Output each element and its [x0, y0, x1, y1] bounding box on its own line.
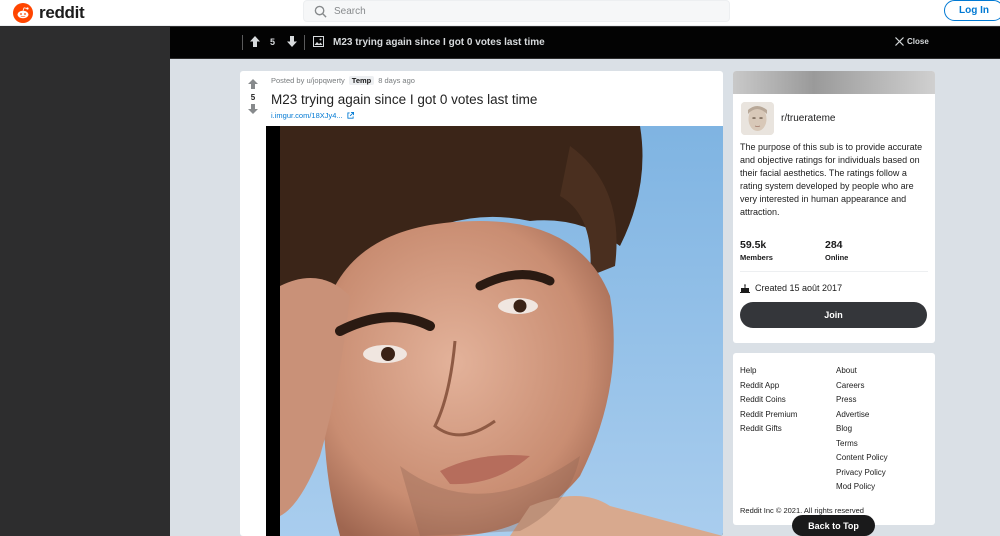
post-card: 5 Posted by u/jopqwerty Temp 8 days ago … [240, 71, 723, 536]
back-to-top-button[interactable]: Back to Top [792, 515, 875, 536]
reddit-snoo-icon [13, 2, 33, 23]
subreddit-description: The purpose of this sub is to provide ac… [740, 142, 923, 217]
footer-link[interactable]: Blog [836, 422, 888, 437]
footer-link[interactable]: Reddit Premium [740, 408, 797, 423]
footer-link[interactable]: Reddit App [740, 379, 797, 394]
online-count: 284 [825, 239, 843, 251]
close-label: Close [907, 37, 929, 46]
footer-link[interactable]: Help [740, 364, 797, 379]
posted-by[interactable]: Posted by u/jopqwerty [271, 76, 345, 85]
upvote-icon[interactable] [250, 36, 260, 47]
footer-link[interactable]: About [836, 364, 888, 379]
footer-links-card: Help Reddit App Reddit Coins Reddit Prem… [733, 353, 935, 525]
join-button[interactable]: Join [740, 302, 927, 328]
post-flair: Temp [348, 76, 375, 85]
post-image[interactable] [266, 126, 723, 536]
search-icon [314, 5, 327, 18]
subreddit-avatar[interactable] [741, 102, 774, 135]
footer-links-col2: About Careers Press Advertise Blog Terms… [836, 364, 888, 495]
divider [242, 35, 243, 50]
postbar-score: 5 [270, 37, 276, 47]
online-label: Online [825, 253, 849, 262]
members-label: Members [740, 253, 773, 262]
footer-link[interactable]: Terms [836, 437, 888, 452]
reddit-logo[interactable]: reddit [13, 0, 85, 25]
online-stat: 284 Online [825, 239, 848, 262]
copyright: Reddit Inc © 2021. All rights reserved [740, 506, 864, 515]
post-score: 5 [250, 93, 256, 102]
created-date: Created 15 août 2017 [740, 283, 842, 293]
footer-link[interactable]: Reddit Gifts [740, 422, 797, 437]
logo-text: reddit [39, 2, 85, 22]
members-count: 59.5k [740, 239, 767, 251]
subreddit-banner [733, 71, 935, 94]
created-text: Created 15 août 2017 [755, 283, 843, 293]
divider [304, 35, 305, 50]
post-meta: Posted by u/jopqwerty Temp 8 days ago [271, 76, 415, 85]
footer-link[interactable]: Advertise [836, 408, 888, 423]
downvote-icon[interactable] [248, 104, 258, 114]
subreddit-card: r/truerateme The purpose of this sub is … [733, 71, 935, 343]
footer-links-col1: Help Reddit App Reddit Coins Reddit Prem… [740, 364, 797, 437]
image-post-icon [313, 36, 324, 47]
footer-link[interactable]: Press [836, 393, 888, 408]
search-input[interactable] [332, 4, 716, 18]
search-bar[interactable] [303, 0, 730, 22]
subreddit-name[interactable]: r/truerateme [781, 113, 835, 124]
footer-link[interactable]: Reddit Coins [740, 393, 797, 408]
top-header: reddit Log In [0, 0, 1000, 26]
footer-link[interactable]: Privacy Policy [836, 466, 888, 481]
login-button[interactable]: Log In [944, 0, 1000, 21]
portrait-image [280, 126, 723, 536]
footer-link[interactable]: Mod Policy [836, 480, 888, 495]
footer-link[interactable]: Careers [836, 379, 888, 394]
post-link-text: i.imgur.com/18XJy4... [271, 111, 343, 120]
close-icon [895, 37, 904, 46]
post-link[interactable]: i.imgur.com/18XJy4... [271, 111, 354, 120]
upvote-icon[interactable] [248, 79, 258, 89]
close-button[interactable]: Close [895, 37, 929, 46]
downvote-icon[interactable] [287, 36, 297, 47]
cake-icon [740, 283, 750, 293]
post-title[interactable]: M23 trying again since I got 0 votes las… [271, 92, 537, 107]
footer-link[interactable]: Content Policy [836, 451, 888, 466]
external-link-icon [347, 112, 354, 119]
members-stat: 59.5k Members [740, 239, 773, 262]
post-age[interactable]: 8 days ago [378, 76, 415, 85]
divider [740, 271, 928, 272]
post-top-bar: 5 M23 trying again since I got 0 votes l… [170, 27, 1000, 58]
postbar-title: M23 trying again since I got 0 votes las… [333, 37, 545, 48]
